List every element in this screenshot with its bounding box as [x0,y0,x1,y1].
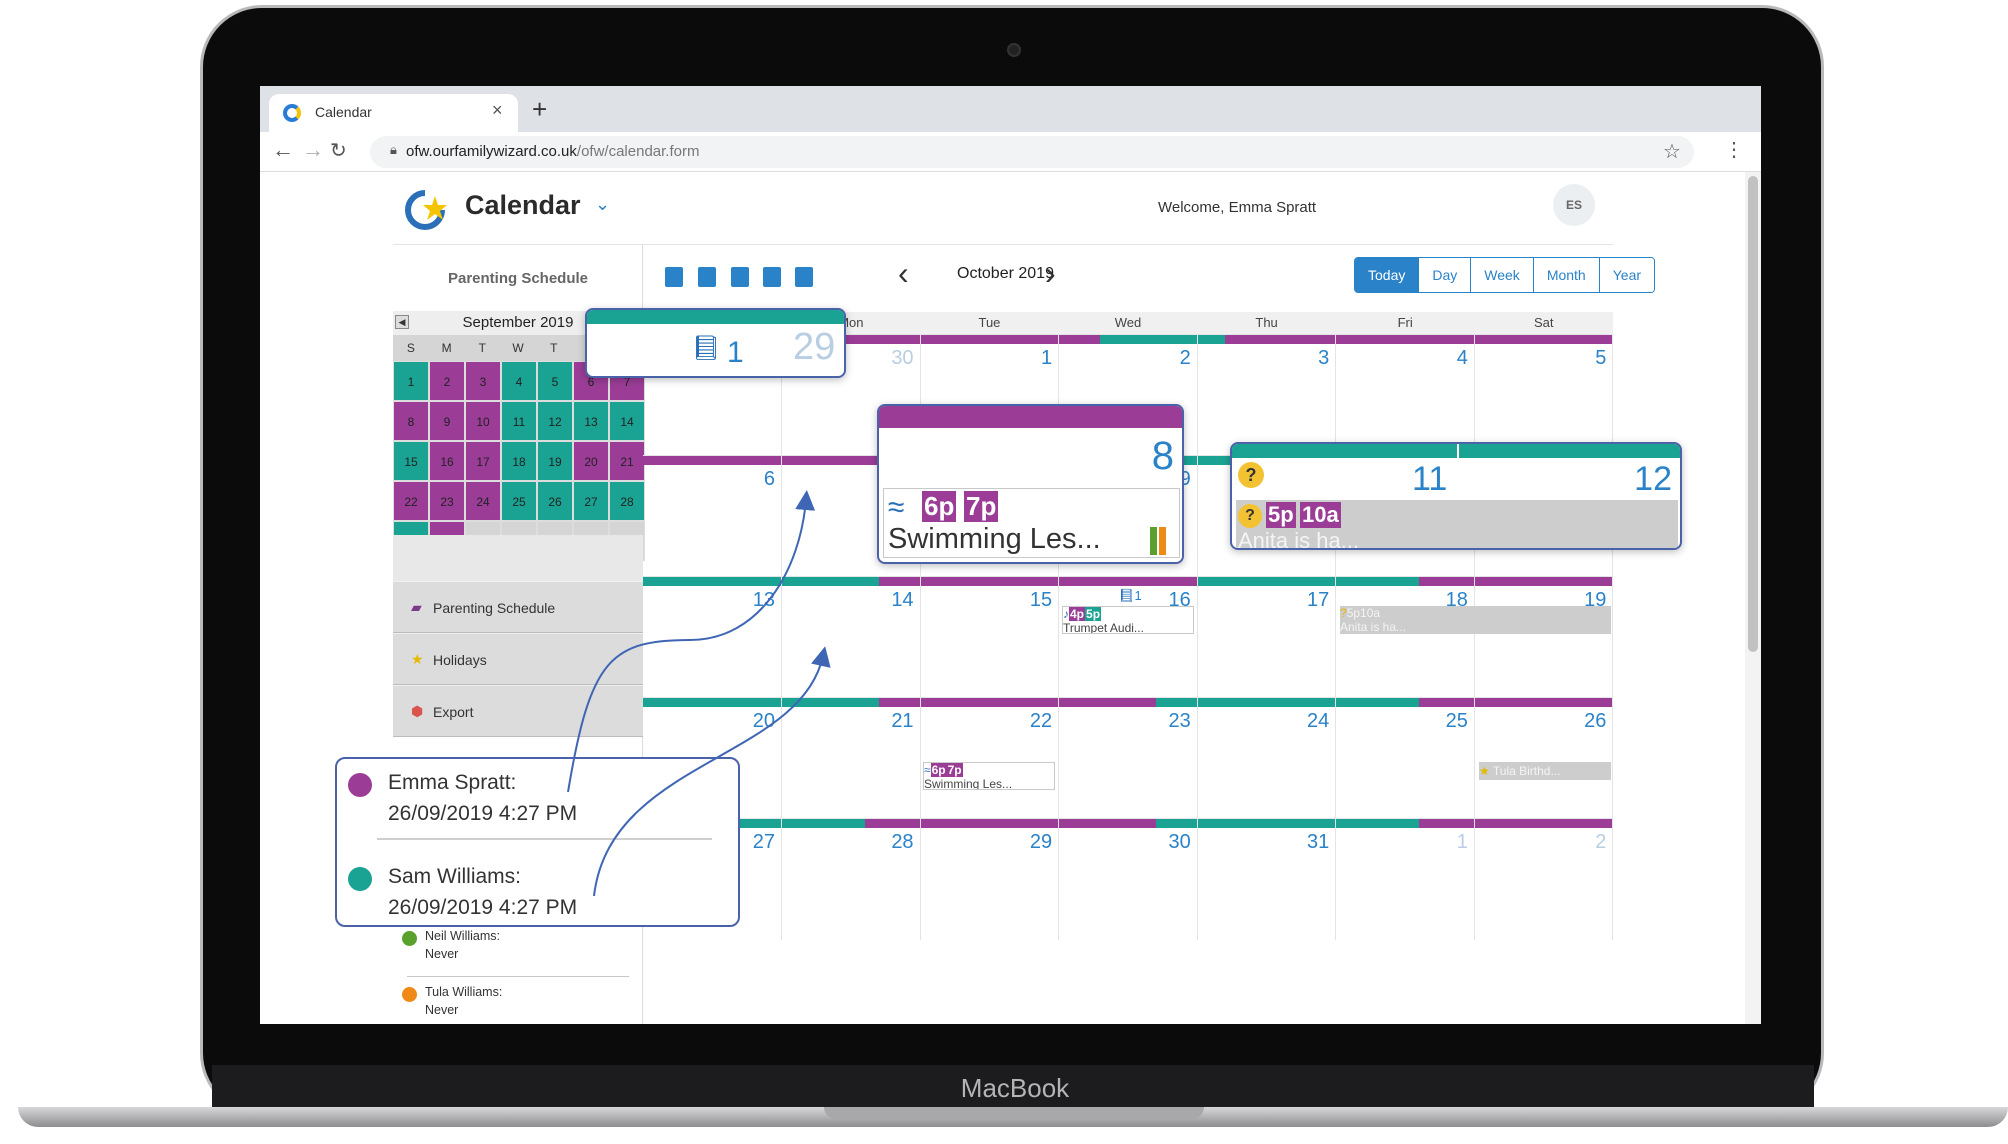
callout-arrows [567,490,831,897]
arrow-to-oct-14 [593,646,831,897]
arrow-to-oct-7 [567,490,816,793]
